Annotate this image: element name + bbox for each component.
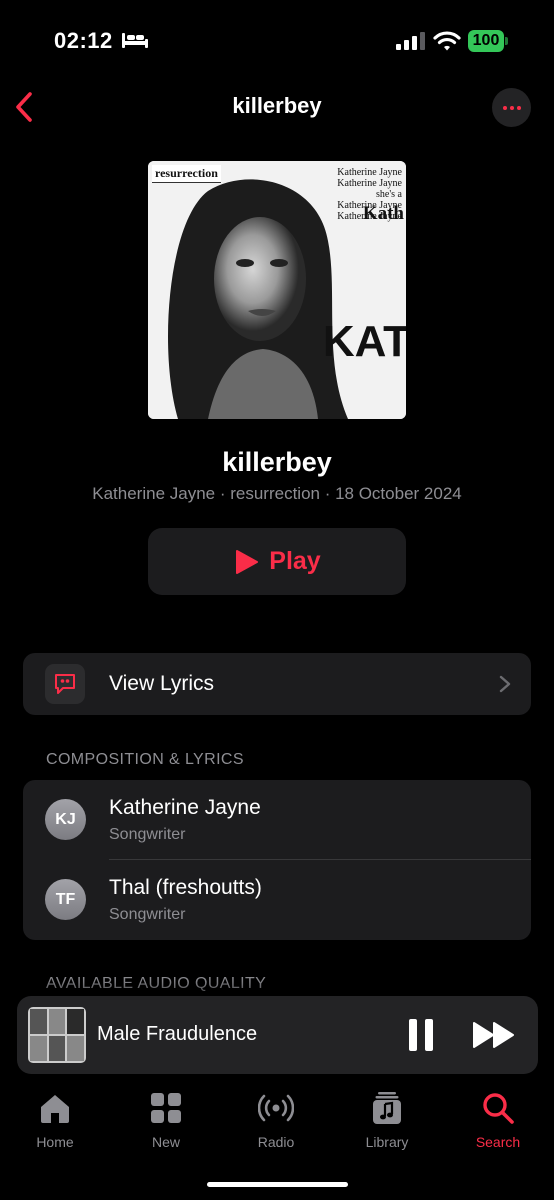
avatar: TF	[45, 879, 86, 920]
credits-list: KJ Katherine Jayne Songwriter TF Thal (f…	[23, 780, 531, 940]
cellular-signal-icon	[396, 32, 425, 50]
tab-new[interactable]: New	[111, 1090, 221, 1160]
home-indicator[interactable]	[207, 1182, 348, 1187]
library-icon	[373, 1092, 401, 1124]
pause-button[interactable]	[409, 1019, 435, 1051]
credit-name: Thal (freshoutts)	[109, 876, 262, 899]
radio-icon	[258, 1094, 294, 1122]
home-icon	[41, 1095, 69, 1123]
play-label: Play	[269, 547, 321, 575]
view-lyrics-row[interactable]: View Lyrics	[23, 653, 531, 715]
wifi-icon	[433, 31, 461, 51]
mini-player[interactable]: Male Fraudulence	[17, 996, 538, 1074]
mini-player-title: Male Fraudulence	[97, 1023, 258, 1045]
artwork-label: resurrection	[152, 165, 221, 183]
tab-label: New	[151, 1134, 180, 1150]
tab-label: Home	[36, 1134, 74, 1150]
more-dots-icon	[502, 105, 507, 110]
status-bar: 02:12 100	[0, 0, 554, 80]
status-time: 02:12	[54, 28, 113, 53]
credit-role: Songwriter	[109, 906, 186, 923]
view-lyrics-label: View Lyrics	[109, 672, 215, 695]
avatar: KJ	[45, 799, 86, 840]
play-icon	[236, 549, 259, 574]
sleep-bed-icon	[122, 33, 148, 48]
tab-radio[interactable]: Radio	[221, 1090, 331, 1160]
tab-home[interactable]: Home	[0, 1090, 110, 1160]
play-button[interactable]: Play	[148, 528, 406, 595]
artwork-big-word: Kath	[362, 203, 404, 224]
lyrics-quote-icon	[45, 664, 85, 704]
tab-search[interactable]: Search	[443, 1090, 553, 1160]
tab-label: Radio	[257, 1134, 295, 1150]
credit-role: Songwriter	[109, 826, 186, 843]
battery-icon: 100	[468, 30, 508, 52]
album-artwork: resurrection Katherine Jayne Katherine J…	[148, 161, 406, 419]
battery-level: 100	[468, 30, 504, 52]
song-title: killerbey	[222, 447, 332, 477]
artwork-huge-word: KAT	[322, 317, 406, 366]
more-options-button[interactable]	[492, 88, 531, 127]
tab-library[interactable]: Library	[332, 1090, 442, 1160]
chevron-right-icon	[499, 675, 511, 693]
mini-player-artwork	[28, 1007, 86, 1063]
song-subtitle[interactable]: Katherine Jayne · resurrection · 18 Octo…	[0, 484, 554, 504]
credit-row[interactable]: TF Thal (freshoutts) Songwriter	[23, 860, 531, 940]
fast-forward-icon[interactable]	[472, 1020, 516, 1050]
credit-row[interactable]: KJ Katherine Jayne Songwriter	[23, 780, 531, 860]
audio-quality-section-header: AVAILABLE AUDIO QUALITY	[46, 975, 267, 992]
tab-label: Search	[475, 1134, 521, 1150]
credit-name: Katherine Jayne	[109, 796, 261, 819]
composition-section-header: COMPOSITION & LYRICS	[46, 751, 244, 768]
nav-title: killerbey	[232, 93, 322, 118]
pause-icon	[409, 1019, 417, 1051]
tab-label: Library	[365, 1134, 409, 1150]
grid-icon	[151, 1093, 181, 1123]
search-icon	[483, 1093, 514, 1124]
